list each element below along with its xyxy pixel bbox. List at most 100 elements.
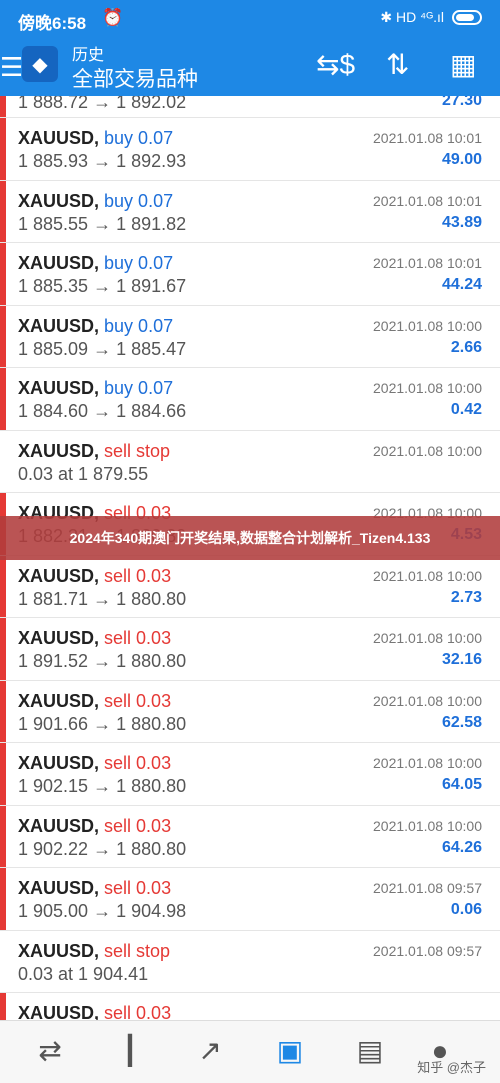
row-symbol: XAUUSD, buy 0.07 — [18, 128, 173, 149]
sort-icon[interactable]: ⇅ — [386, 50, 409, 80]
row-prices: 1 885.55 → 1 891.82 — [18, 213, 187, 234]
row-date: 2021.01.08 10:00 — [373, 442, 482, 459]
symbol-label: XAUUSD, — [18, 253, 100, 273]
row-profit: 64.26 — [441, 838, 482, 856]
menu-icon[interactable]: ☰ — [0, 54, 23, 80]
symbol-label: XAUUSD, — [18, 628, 100, 648]
list-item[interactable]: XAUUSD, sell 0.03 1 902.15 → 1 880.80 2021… — [0, 743, 500, 806]
app-bar: ☰ ◆ 历史 全部交易品种 ⇆$ ⇅ ▦ — [0, 38, 500, 96]
side-label: sell 0.03 — [104, 628, 172, 648]
list-item[interactable]: XAUUSD, buy 0.07 1 884.60 → 1 884.66 2021.… — [0, 368, 500, 431]
side-label: sell stop — [104, 440, 171, 461]
symbol-label: XAUUSD, — [18, 878, 100, 898]
side-label: sell 0.03 — [104, 878, 172, 898]
row-prices: 1 902.15 → 1 880.80 — [18, 776, 187, 796]
row-profit: 43.89 — [441, 213, 482, 231]
list-item[interactable]: XAUUSD, sell 0.03 1 891.52 → 1 880.80 2021… — [0, 618, 500, 681]
row-prices: 1 885.35 → 1 891.67 — [18, 276, 187, 296]
list-item-partial[interactable]: 1 888.72 → 1 892.02 27.30 — [0, 96, 500, 118]
row-indicator — [0, 993, 6, 1020]
side-label: buy 0.07 — [104, 128, 174, 148]
list-item[interactable]: XAUUSD, sell 0.03 1 902.22 → 1 880.80 2021… — [0, 805, 500, 868]
row-prices: 1 905.00 → 1 904.98 — [18, 901, 187, 921]
list-item[interactable]: XAUUSD, sell 0.03 1 905.00 → 1 904.98 2021… — [0, 868, 500, 931]
row-indicator — [0, 931, 6, 993]
row-prices: 1 885.09 → 1 885.47 — [18, 338, 187, 359]
list-item[interactable]: XAUUSD, buy 0.07 1 885.09 → 1 885.47 2021.… — [0, 305, 500, 368]
quotes-icon[interactable]: ⇄ — [30, 1033, 70, 1069]
row-date: 2021.01.08 10:01 — [373, 255, 482, 271]
row-date: 2021.01.08 10:00 — [373, 817, 482, 834]
status-time: 傍晚6:58 — [18, 14, 87, 33]
row-date: 2021.01.08 10:01 — [373, 192, 482, 209]
row-profit: 49.00 — [441, 151, 482, 168]
row-date: 2021.01.08 10:00 — [373, 567, 482, 584]
row-prices: 1 885.93 → 1 892.93 — [18, 151, 187, 171]
list-item[interactable]: XAUUSD, buy 0.07 1 885.35 → 1 891.67 2021.… — [0, 243, 500, 306]
symbol-label: XAUUSD, — [18, 440, 100, 461]
calendar-icon[interactable]: ▦ — [450, 50, 476, 80]
row-prices: 1 901.66 → 1 880.80 — [18, 713, 187, 734]
row-indicator — [0, 96, 6, 117]
row-profit: 64.05 — [441, 776, 482, 793]
row-indicator — [0, 680, 6, 742]
symbol-label: XAUUSD, — [18, 565, 100, 586]
list-item[interactable]: XAUUSD, buy 0.07 1 885.93 → 1 892.93 2021.… — [0, 118, 500, 181]
row-date: 2021.01.08 09:57 — [373, 942, 482, 959]
messages-icon[interactable]: ● — [420, 1033, 460, 1069]
row-profit: 32.16 — [441, 651, 482, 668]
symbol-label: XAUUSD, — [18, 378, 100, 398]
page-title[interactable]: 全部交易品种 — [72, 63, 198, 93]
alarm-icon: ⏰ — [102, 8, 124, 27]
list-item[interactable]: XAUUSD, buy 0.07 1 885.55 → 1 891.82 2021.… — [0, 180, 500, 243]
row-indicator — [0, 555, 6, 617]
list-item[interactable]: XAUUSD, sell stop 0.03 at 1 879.55 2021.01… — [0, 430, 500, 493]
row-profit: 62.58 — [441, 713, 482, 731]
bottom-navigation: 知乎 @杰子 ⇄ ┃ ↗ ▣ ▤ ● — [0, 1020, 500, 1083]
metatrader-logo-icon: ◆ — [22, 46, 58, 82]
row-indicator — [0, 743, 6, 805]
row-symbol: XAUUSD, sell 0.03 — [18, 878, 171, 899]
row-profit: 2.73 — [450, 588, 482, 606]
row-indicator — [0, 618, 6, 680]
row-symbol: XAUUSD, buy 0.07 — [18, 191, 173, 212]
row-symbol: XAUUSD, sell 0.03 — [18, 816, 171, 837]
row-symbol: XAUUSD, buy 0.07 — [18, 316, 173, 337]
chart-icon[interactable]: ┃ — [110, 1033, 150, 1069]
trade-icon[interactable]: ↗ — [190, 1033, 230, 1069]
row-symbol: XAUUSD, sell stop — [18, 441, 170, 462]
row-date: 2021.01.08 10:00 — [373, 692, 482, 709]
symbol-label: XAUUSD, — [18, 190, 100, 211]
list-item[interactable]: XAUUSD, sell 0.03 1 901.66 → 1 880.80 2021… — [0, 680, 500, 743]
row-symbol: XAUUSD, buy 0.07 — [18, 378, 173, 399]
row-indicator — [0, 243, 6, 305]
row-profit: 27.30 — [441, 96, 482, 109]
list-item[interactable]: XAUUSD, sell 0.03 — [0, 993, 500, 1020]
row-prices: 1 884.60 → 1 884.66 — [18, 401, 187, 421]
row-prices: 1 888.72 → 1 892.02 — [18, 96, 187, 112]
currency-swap-icon[interactable]: ⇆$ — [316, 50, 355, 80]
history-icon[interactable]: ▣ — [270, 1033, 310, 1069]
row-date: 2021.01.08 10:00 — [373, 317, 482, 334]
journal-icon[interactable]: ▤ — [350, 1033, 390, 1069]
list-item[interactable]: XAUUSD, sell 0.03 1 881.71 → 1 880.80 2021… — [0, 555, 500, 618]
side-label: sell 0.03 — [104, 690, 172, 711]
row-indicator — [0, 368, 6, 430]
overlay-banner: 2024年340期澳门开奖结果,数据整合计划解析_Tizen4.133 — [0, 516, 500, 560]
list-item[interactable]: XAUUSD, sell stop 0.03 at 1 904.41 2021.01… — [0, 930, 500, 993]
battery-icon — [452, 10, 482, 25]
row-profit: 0.42 — [450, 401, 482, 418]
side-label: sell stop — [104, 940, 171, 961]
row-prices: 1 891.52 → 1 880.80 — [18, 651, 187, 671]
row-indicator — [0, 431, 6, 493]
row-indicator — [0, 118, 6, 180]
symbol-label: XAUUSD, — [18, 315, 100, 336]
row-symbol: XAUUSD, sell 0.03 — [18, 628, 171, 649]
side-label: sell 0.03 — [104, 565, 172, 586]
side-label: sell 0.03 — [104, 815, 172, 836]
symbol-label: XAUUSD, — [18, 815, 100, 836]
side-label: buy 0.07 — [104, 253, 174, 273]
row-date: 2021.01.08 10:01 — [373, 130, 482, 146]
symbol-label: XAUUSD, — [18, 940, 100, 961]
symbol-label: XAUUSD, — [18, 128, 100, 148]
